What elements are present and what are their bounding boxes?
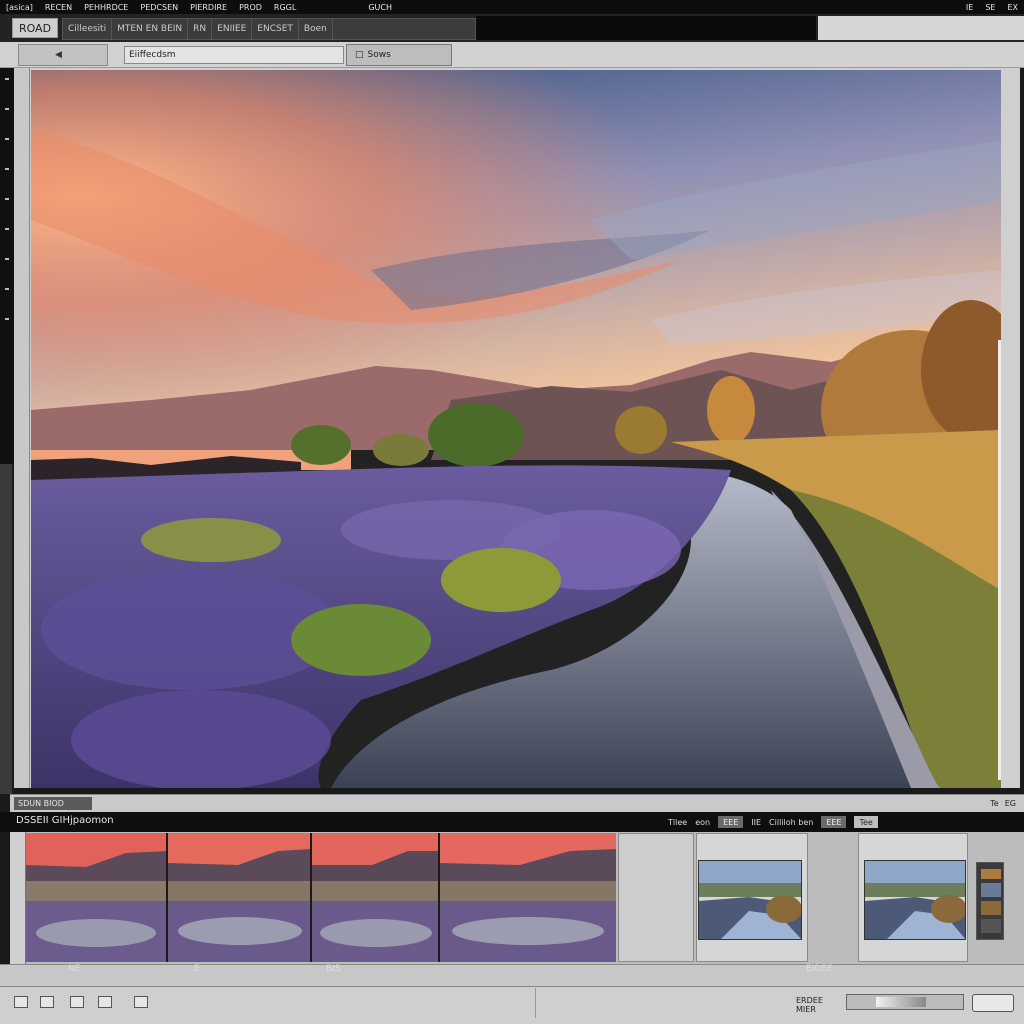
loupe-view-icon[interactable] bbox=[40, 996, 54, 1008]
tool-icon[interactable] bbox=[5, 138, 9, 140]
filmstrip-edge bbox=[10, 832, 26, 964]
tab[interactable]: ENCSET bbox=[252, 19, 299, 39]
zoom-label: ERDEE MIER bbox=[796, 996, 823, 1014]
menu-item[interactable]: RECEN bbox=[39, 3, 78, 12]
thumbnail-image bbox=[312, 833, 438, 962]
info-label: NE bbox=[68, 964, 81, 974]
filmstrip-chip[interactable]: Tee bbox=[854, 816, 878, 828]
window-controls: IE SE EX bbox=[960, 0, 1024, 14]
filmstrip-control[interactable]: Cilliloh ben bbox=[769, 818, 813, 827]
panel-header bbox=[818, 16, 1024, 40]
tool-rail bbox=[0, 68, 14, 464]
thumbnail-image bbox=[168, 833, 310, 962]
preview-image bbox=[699, 861, 801, 939]
side-thumbnail[interactable] bbox=[976, 862, 1004, 940]
sows-button-label: Sows bbox=[367, 50, 391, 60]
tool-icon[interactable] bbox=[5, 258, 9, 260]
info-label: BIS bbox=[326, 964, 341, 974]
tab[interactable]: Cilleesiti bbox=[63, 19, 113, 39]
tool-icon[interactable] bbox=[5, 318, 9, 320]
filmstrip-chip[interactable]: EEE bbox=[718, 816, 744, 828]
side-thumbnail-image bbox=[977, 863, 1003, 939]
status-label: SDUN BIOD bbox=[14, 797, 92, 810]
filmstrip-control[interactable]: IIE bbox=[751, 818, 761, 827]
side-panel bbox=[14, 68, 30, 788]
tab-active[interactable]: ROAD bbox=[12, 18, 58, 38]
menu-item[interactable]: [asica] bbox=[0, 3, 39, 12]
thumbnail[interactable] bbox=[168, 833, 312, 962]
grid-view-icon[interactable] bbox=[14, 996, 28, 1008]
survey-view-icon[interactable] bbox=[134, 996, 148, 1008]
filmstrip-control[interactable]: eon bbox=[695, 818, 710, 827]
tab[interactable]: ENIIEE bbox=[212, 19, 253, 39]
vertical-scrollbar[interactable] bbox=[998, 340, 1001, 780]
filmstrip-spacer bbox=[618, 833, 694, 962]
filmstrip-chip[interactable]: EEE bbox=[821, 816, 847, 828]
tab[interactable]: MTEN EN BEIN bbox=[112, 19, 189, 39]
thumbnail[interactable] bbox=[26, 833, 168, 962]
menu-bar: [asica] RECEN PEHHRDCE PEDCSEN PIERDIRE … bbox=[0, 0, 1024, 14]
title-bar-fill bbox=[476, 16, 816, 40]
thumbnail[interactable] bbox=[312, 833, 440, 962]
thumbnail-image bbox=[26, 833, 166, 962]
window-control[interactable]: SE bbox=[979, 3, 1001, 12]
menu-item[interactable]: PEHHRDCE bbox=[78, 3, 134, 12]
window-control[interactable]: IE bbox=[960, 3, 979, 12]
zoom-label-line: ERDEE bbox=[796, 996, 823, 1005]
menu-item[interactable]: RGGL bbox=[268, 3, 302, 12]
preview-thumbnail[interactable] bbox=[698, 860, 802, 940]
thumbnail-strip bbox=[26, 833, 616, 962]
zoom-slider-fill bbox=[876, 997, 926, 1007]
tab[interactable]: Boen bbox=[299, 19, 333, 39]
status-bar bbox=[10, 794, 1024, 812]
tool-icon[interactable] bbox=[5, 198, 9, 200]
info-label: E bbox=[194, 964, 200, 974]
filename-field[interactable]: Eiiffecdsm bbox=[124, 46, 344, 64]
tool-icon[interactable] bbox=[5, 108, 9, 110]
menu-item[interactable]: GUCH bbox=[362, 3, 398, 12]
window-control[interactable]: EX bbox=[1001, 3, 1024, 12]
side-rail bbox=[0, 464, 12, 794]
menu-item[interactable]: PEDCSEN bbox=[134, 3, 184, 12]
menu-item[interactable]: PROD bbox=[233, 3, 268, 12]
filmstrip-title: DSSEII GIHjpaomon bbox=[16, 815, 114, 826]
filmstrip-control[interactable]: Tllee bbox=[668, 818, 687, 827]
square-icon: □ bbox=[355, 50, 364, 60]
status-item: EG bbox=[1004, 799, 1016, 808]
thumbnail-image bbox=[440, 833, 616, 962]
landscape-image bbox=[31, 70, 1001, 788]
tool-icon[interactable] bbox=[5, 228, 9, 230]
compare-view-icon[interactable] bbox=[70, 996, 84, 1008]
menu-item[interactable]: PIERDIRE bbox=[184, 3, 233, 12]
preview-thumbnail[interactable] bbox=[864, 860, 966, 940]
filmstrip-controls: Tllee eon EEE IIE Cilliloh ben EEE Tee bbox=[668, 815, 878, 829]
zoom-button[interactable] bbox=[972, 994, 1014, 1012]
thumbnail[interactable] bbox=[440, 833, 616, 962]
divider bbox=[535, 988, 536, 1018]
landscape-photo[interactable] bbox=[31, 70, 1001, 788]
sows-button[interactable]: □ Sows bbox=[346, 44, 452, 66]
info-label: EIDEE bbox=[806, 964, 833, 974]
info-strip bbox=[0, 964, 1024, 986]
edit-icon[interactable] bbox=[98, 996, 112, 1008]
tool-icon[interactable] bbox=[5, 168, 9, 170]
tool-icon[interactable] bbox=[5, 288, 9, 290]
preview-image bbox=[865, 861, 965, 939]
arrow-icon[interactable]: ◀ bbox=[55, 50, 62, 60]
tab-strip: Cilleesiti MTEN EN BEIN RN ENIIEE ENCSET… bbox=[62, 18, 476, 40]
tool-icon[interactable] bbox=[5, 78, 9, 80]
tool-group[interactable]: ◀ bbox=[18, 44, 108, 66]
zoom-label-line: MIER bbox=[796, 1005, 816, 1014]
status-item: Te bbox=[990, 799, 999, 808]
tab[interactable]: RN bbox=[188, 19, 213, 39]
status-right: Te EG bbox=[990, 797, 1016, 810]
